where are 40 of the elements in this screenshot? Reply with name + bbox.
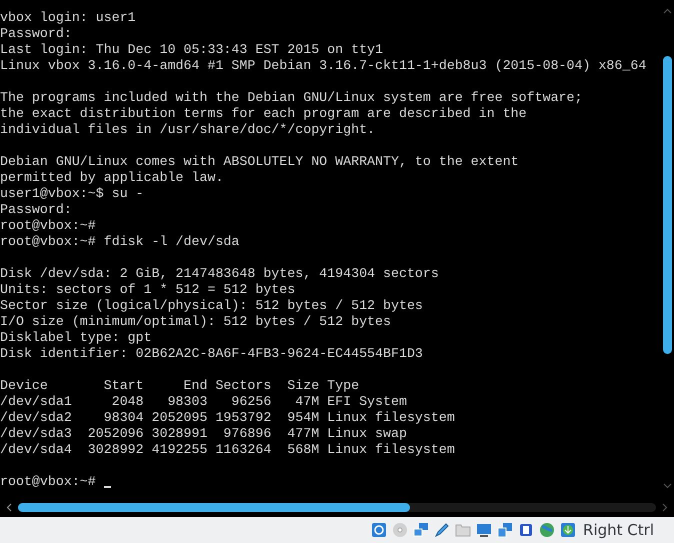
console-line: The programs included with the Debian GNU/Linux system are free software; xyxy=(0,90,584,106)
console-line: I/O size (minimum/optimal): 512 bytes / 512 bytes xyxy=(0,314,392,330)
console-line: user1@vbox:~$ su - xyxy=(0,186,145,202)
console-line: Linux vbox 3.16.0-4-amd64 #1 SMP Debian 3.16.7-ckt11-1+deb8u3 (2015-08-04) x86_64 xyxy=(0,58,648,74)
scroll-down-icon[interactable] xyxy=(662,483,672,489)
console-line: /dev/sda4 3028992 4192255 1163264 568M Linux filesystem xyxy=(0,442,456,458)
scrollbar-thumb[interactable] xyxy=(662,56,672,354)
console-line: Device Start End Sectors Size Type xyxy=(0,378,360,394)
console-line: Sector size (logical/physical): 512 bytes / 512 bytes xyxy=(0,298,424,314)
text-cursor xyxy=(104,486,111,488)
scroll-left-icon[interactable] xyxy=(6,502,12,512)
network-icon[interactable] xyxy=(413,522,430,538)
console-line: individual files in /usr/share/doc/*/copyright. xyxy=(0,122,376,138)
scroll-up-icon[interactable] xyxy=(662,8,672,14)
console-line: Debian GNU/Linux comes with ABSOLUTELY NO WARRANTY, to the extent xyxy=(0,154,520,170)
pen-icon[interactable] xyxy=(434,522,450,538)
console-line: root@vbox:~# fdisk -l /dev/sda xyxy=(0,234,240,250)
console-line: the exact distribution terms for each program are described in the xyxy=(0,106,528,122)
console-line: Disk identifier: 02B62A2C-8A6F-4FB3-9624-EC44554BF1D3 xyxy=(0,346,424,362)
console-line: Disklabel type: gpt xyxy=(0,330,153,346)
console-line: vbox login: user1 xyxy=(0,10,137,26)
scroll-right-icon[interactable] xyxy=(662,502,668,512)
windows-icon[interactable] xyxy=(497,522,514,538)
console-line: root@vbox:~# xyxy=(0,218,97,234)
console-line: permitted by applicable law. xyxy=(0,170,224,186)
scrollbar-thumb[interactable] xyxy=(18,502,410,512)
console-line: Disk /dev/sda: 2 GiB, 2147483648 bytes, 4194304 sectors xyxy=(0,266,440,282)
console-line: /dev/sda1 2048 98303 96256 47M EFI System xyxy=(0,394,408,410)
console-line: Units: sectors of 1 * 512 = 512 bytes xyxy=(0,282,296,298)
download-icon[interactable] xyxy=(560,522,576,538)
optical-disc-icon[interactable] xyxy=(392,522,408,538)
console-line: /dev/sda3 2052096 3028991 976896 477M Linux swap xyxy=(0,426,408,442)
display-icon[interactable] xyxy=(476,522,492,538)
console-line: /dev/sda2 98304 2052095 1953792 954M Linux filesystem xyxy=(0,410,456,426)
console-prompt: root@vbox:~# xyxy=(0,474,96,490)
console-line: Password: xyxy=(0,202,73,218)
console-line: Last login: Thu Dec 10 05:33:43 EST 2015 on tty1 xyxy=(0,42,384,58)
host-key-label: Right Ctrl xyxy=(583,521,654,539)
globe-icon[interactable] xyxy=(539,522,556,538)
console-line: Password: xyxy=(0,26,73,42)
